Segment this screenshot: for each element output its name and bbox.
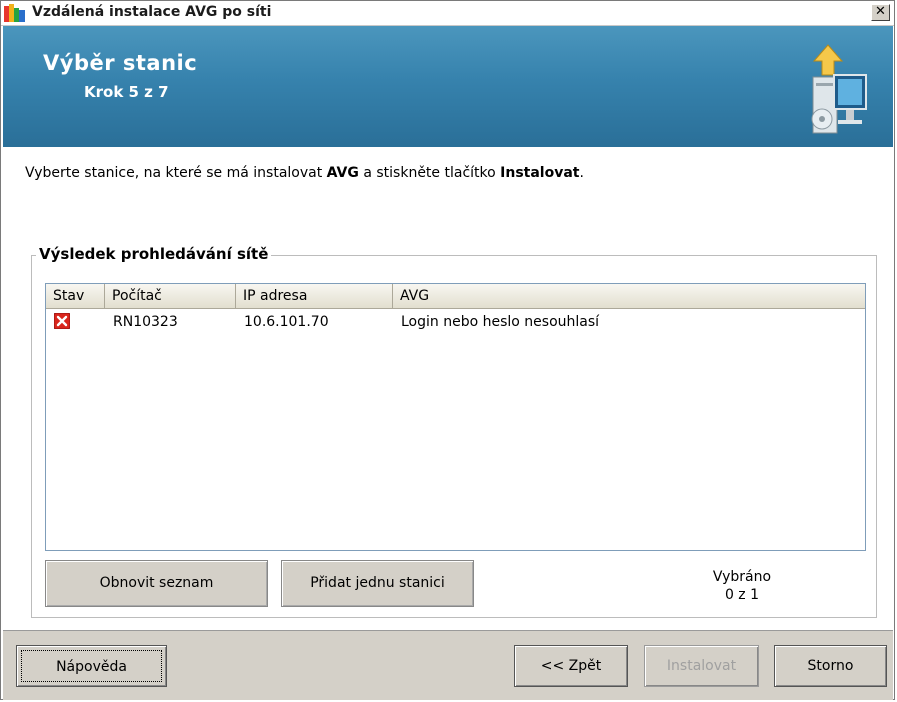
instructions-part: . <box>579 165 584 181</box>
list-header: Stav Počítač IP adresa AVG <box>46 284 865 309</box>
install-button[interactable]: Instalovat <box>644 645 759 687</box>
close-button[interactable]: ✕ <box>871 4 890 21</box>
header-banner: Výběr stanic Krok 5 z 7 <box>3 26 893 147</box>
instructions-avg: AVG <box>326 165 359 181</box>
column-header-computer[interactable]: Počítač <box>105 284 236 308</box>
table-row[interactable]: RN10323 10.6.101.70 Login nebo heslo nes… <box>46 309 865 335</box>
instructions-install: Instalovat <box>500 165 580 181</box>
selected-count: 0 z 1 <box>724 587 760 603</box>
row-avg-status: Login nebo heslo nesouhlasí <box>401 314 600 330</box>
instructions-part: Vyberte stanice, na které se má instalov… <box>25 165 327 181</box>
instructions-text: Vyberte stanice, na které se má instalov… <box>25 165 584 181</box>
instructions-part: a stiskněte tlačítko <box>358 165 501 181</box>
back-button[interactable]: << Zpět <box>514 645 628 687</box>
cancel-button[interactable]: Storno <box>774 645 887 687</box>
page-title: Výběr stanic <box>43 51 198 75</box>
column-header-ip[interactable]: IP adresa <box>236 284 393 308</box>
error-icon <box>54 313 70 329</box>
scan-results-legend: Výsledek prohledávání sítě <box>36 245 272 263</box>
refresh-list-button[interactable]: Obnovit seznam <box>45 560 268 607</box>
stations-list[interactable]: Stav Počítač IP adresa AVG RN10323 10.6.… <box>45 283 866 551</box>
title-bar[interactable]: Vzdálená instalace AVG po síti ✕ <box>1 1 894 26</box>
help-button-label: Nápověda <box>21 650 162 682</box>
installer-window: Vzdálená instalace AVG po síti ✕ Výběr s… <box>0 0 895 700</box>
row-ip: 10.6.101.70 <box>244 314 329 330</box>
step-indicator: Krok 5 z 7 <box>84 83 169 101</box>
window-title: Vzdálená instalace AVG po síti <box>32 4 272 20</box>
row-computer: RN10323 <box>113 314 178 330</box>
column-header-avg[interactable]: AVG <box>393 284 865 308</box>
help-button[interactable]: Nápověda <box>16 645 167 687</box>
add-station-button[interactable]: Přidat jednu stanici <box>281 560 474 607</box>
computer-install-icon <box>811 44 867 134</box>
footer-bar: Nápověda << Zpět Instalovat Storno <box>3 630 893 700</box>
close-icon: ✕ <box>875 4 886 19</box>
selected-label: Vybráno <box>712 569 772 585</box>
column-header-status[interactable]: Stav <box>46 284 105 308</box>
avg-logo-icon <box>4 4 25 22</box>
selected-counter: Vybráno 0 z 1 <box>697 568 787 604</box>
